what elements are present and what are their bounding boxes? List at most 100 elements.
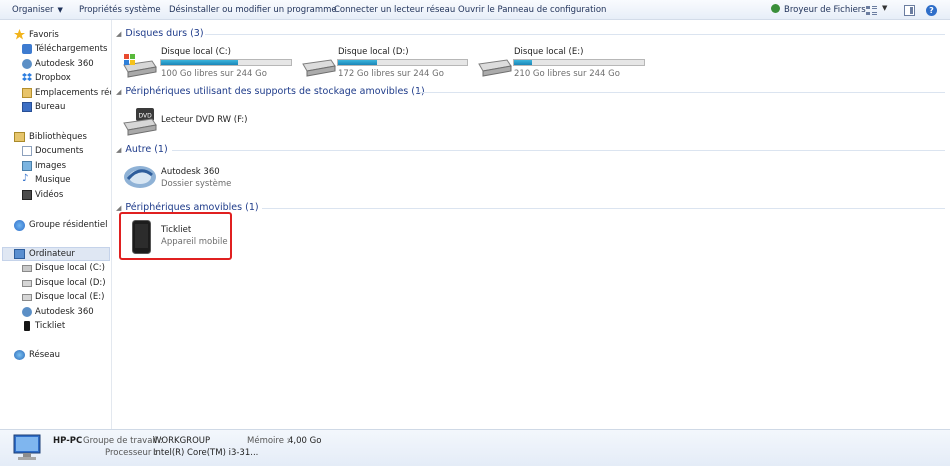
nav-images[interactable]: Images — [0, 159, 111, 173]
drive-e-free-space: 210 Go libres sur 244 Go — [514, 69, 620, 79]
nav-homegroup[interactable]: Groupe résidentiel — [0, 218, 111, 232]
computer-monitor-icon — [13, 434, 41, 460]
details-pane: HP-PC Groupe de travail : WORKGROUP Mémo… — [0, 429, 950, 466]
drive-c-usage-fill — [161, 60, 238, 65]
nav-music[interactable]: ♪ Musique — [0, 173, 111, 187]
file-shredder-button[interactable]: Broyeur de Fichiers — [771, 0, 866, 20]
group-title-hard-disks: Disques durs (3) — [125, 28, 204, 39]
help-icon[interactable]: ? — [926, 5, 937, 16]
network-icon — [14, 350, 25, 360]
nav-network-label: Réseau — [29, 350, 61, 360]
nav-libraries-label: Bibliothèques — [29, 132, 87, 142]
nav-computer[interactable]: Ordinateur — [0, 247, 111, 261]
group-header-hard-disks[interactable]: ◢ Disques durs (3) — [116, 27, 204, 41]
nav-dropbox-label: Dropbox — [35, 73, 71, 83]
nav-disk-d[interactable]: Disque local (D:) — [0, 276, 111, 290]
nav-tickliet[interactable]: Tickliet — [0, 319, 111, 333]
drive-e-usage-bar — [513, 59, 645, 66]
memory-value: 4,00 Go — [288, 436, 322, 446]
hard-drive-icon — [478, 59, 512, 77]
group-title-other: Autre (1) — [125, 144, 168, 155]
desktop-icon — [22, 102, 32, 112]
nav-autodesk-360-computer[interactable]: Autodesk 360 — [0, 305, 111, 319]
nav-videos[interactable]: Vidéos — [0, 188, 111, 202]
computer-icon — [14, 249, 25, 259]
autodesk-360-type: Dossier système — [161, 179, 232, 189]
uninstall-program-button[interactable]: Désinstaller ou modifier un programme — [169, 0, 337, 20]
nav-documents[interactable]: Documents — [0, 144, 111, 158]
nav-recent-label: Emplacements récents — [35, 88, 111, 98]
videos-icon — [22, 190, 32, 200]
recent-places-icon — [22, 88, 32, 98]
autodesk-360-name: Autodesk 360 — [161, 167, 220, 177]
navigation-pane: Favoris Téléchargements Autodesk 360 Dro… — [0, 20, 112, 429]
nav-desktop-label: Bureau — [35, 102, 66, 112]
group-header-removable-storage[interactable]: ◢ Périphériques utilisant des supports de… — [116, 85, 425, 99]
nav-downloads[interactable]: Téléchargements — [0, 42, 111, 56]
view-options-icon[interactable] — [866, 5, 877, 16]
system-properties-button[interactable]: Propriétés système — [79, 0, 161, 20]
hard-drive-icon — [302, 59, 336, 77]
group-divider — [418, 92, 945, 93]
nav-disk-e[interactable]: Disque local (E:) — [0, 290, 111, 304]
drive-c-free-space: 100 Go libres sur 244 Go — [161, 69, 267, 79]
star-icon — [14, 29, 25, 40]
autodesk-icon — [22, 307, 32, 317]
drive-d-name: Disque local (D:) — [338, 47, 409, 57]
preview-pane-icon[interactable] — [904, 5, 915, 16]
dvd-drive-name: Lecteur DVD RW (F:) — [161, 115, 248, 125]
drive-d-free-space: 172 Go libres sur 244 Go — [338, 69, 444, 79]
nav-images-label: Images — [35, 161, 67, 171]
nav-disk-e-label: Disque local (E:) — [35, 292, 105, 302]
group-divider — [262, 208, 945, 209]
homegroup-icon — [14, 220, 25, 231]
nav-desktop[interactable]: Bureau — [0, 100, 111, 114]
pc-name: HP-PC — [53, 436, 83, 446]
svg-text:DVD: DVD — [139, 113, 153, 120]
nav-dropbox[interactable]: Dropbox — [0, 71, 111, 85]
nav-favorites[interactable]: Favoris — [0, 28, 111, 42]
drive-c-icon — [22, 265, 32, 272]
group-divider — [172, 150, 945, 151]
collapse-triangle-icon: ◢ — [116, 88, 122, 96]
hard-drive-windows-icon — [123, 54, 157, 78]
nav-libraries[interactable]: Bibliothèques — [0, 130, 111, 144]
drive-e-icon — [22, 294, 32, 301]
nav-downloads-label: Téléchargements — [35, 44, 108, 54]
collapse-triangle-icon: ◢ — [116, 30, 122, 38]
nav-music-label: Musique — [35, 175, 71, 185]
shredder-label: Broyeur de Fichiers — [784, 5, 866, 15]
nav-tickliet-label: Tickliet — [35, 321, 66, 331]
autodesk-cloud-icon — [124, 166, 156, 188]
nav-disk-c[interactable]: Disque local (C:) — [0, 261, 111, 275]
command-bar: Organiser ▼ Propriétés système Désinstall… — [0, 0, 950, 20]
nav-autodesk-360[interactable]: Autodesk 360 — [0, 57, 111, 71]
drive-c-usage-bar — [160, 59, 292, 66]
view-dropdown-chevron-icon[interactable]: ▼ — [882, 4, 893, 15]
nav-network[interactable]: Réseau — [0, 348, 111, 362]
shredder-icon — [771, 4, 780, 13]
organize-button[interactable]: Organiser ▼ — [12, 0, 63, 20]
processor-label: Processeur : — [105, 448, 157, 458]
map-network-drive-button[interactable]: Connecter un lecteur réseau — [334, 0, 455, 20]
drive-e-usage-fill — [514, 60, 533, 65]
documents-icon — [22, 146, 32, 156]
nav-autodesk2-label: Autodesk 360 — [35, 307, 94, 317]
collapse-triangle-icon: ◢ — [116, 204, 122, 212]
phone-icon — [24, 321, 30, 331]
open-control-panel-button[interactable]: Ouvrir le Panneau de configuration — [458, 0, 606, 20]
drive-e-name: Disque local (E:) — [514, 47, 584, 57]
organize-label: Organiser — [12, 5, 54, 15]
nav-disk-d-label: Disque local (D:) — [35, 278, 106, 288]
workgroup-label: Groupe de travail : — [83, 436, 163, 446]
drive-d-usage-fill — [338, 60, 377, 65]
autodesk-icon — [22, 59, 32, 69]
nav-recent-places[interactable]: Emplacements récents — [0, 86, 111, 100]
memory-label: Mémoire : — [247, 436, 290, 446]
music-note-icon: ♪ — [22, 173, 29, 184]
nav-disk-c-label: Disque local (C:) — [35, 263, 105, 273]
processor-value: Intel(R) Core(TM) i3-31... — [153, 448, 259, 458]
group-header-other[interactable]: ◢ Autre (1) — [116, 143, 168, 157]
downloads-icon — [22, 44, 32, 54]
red-highlight-box — [119, 212, 232, 260]
